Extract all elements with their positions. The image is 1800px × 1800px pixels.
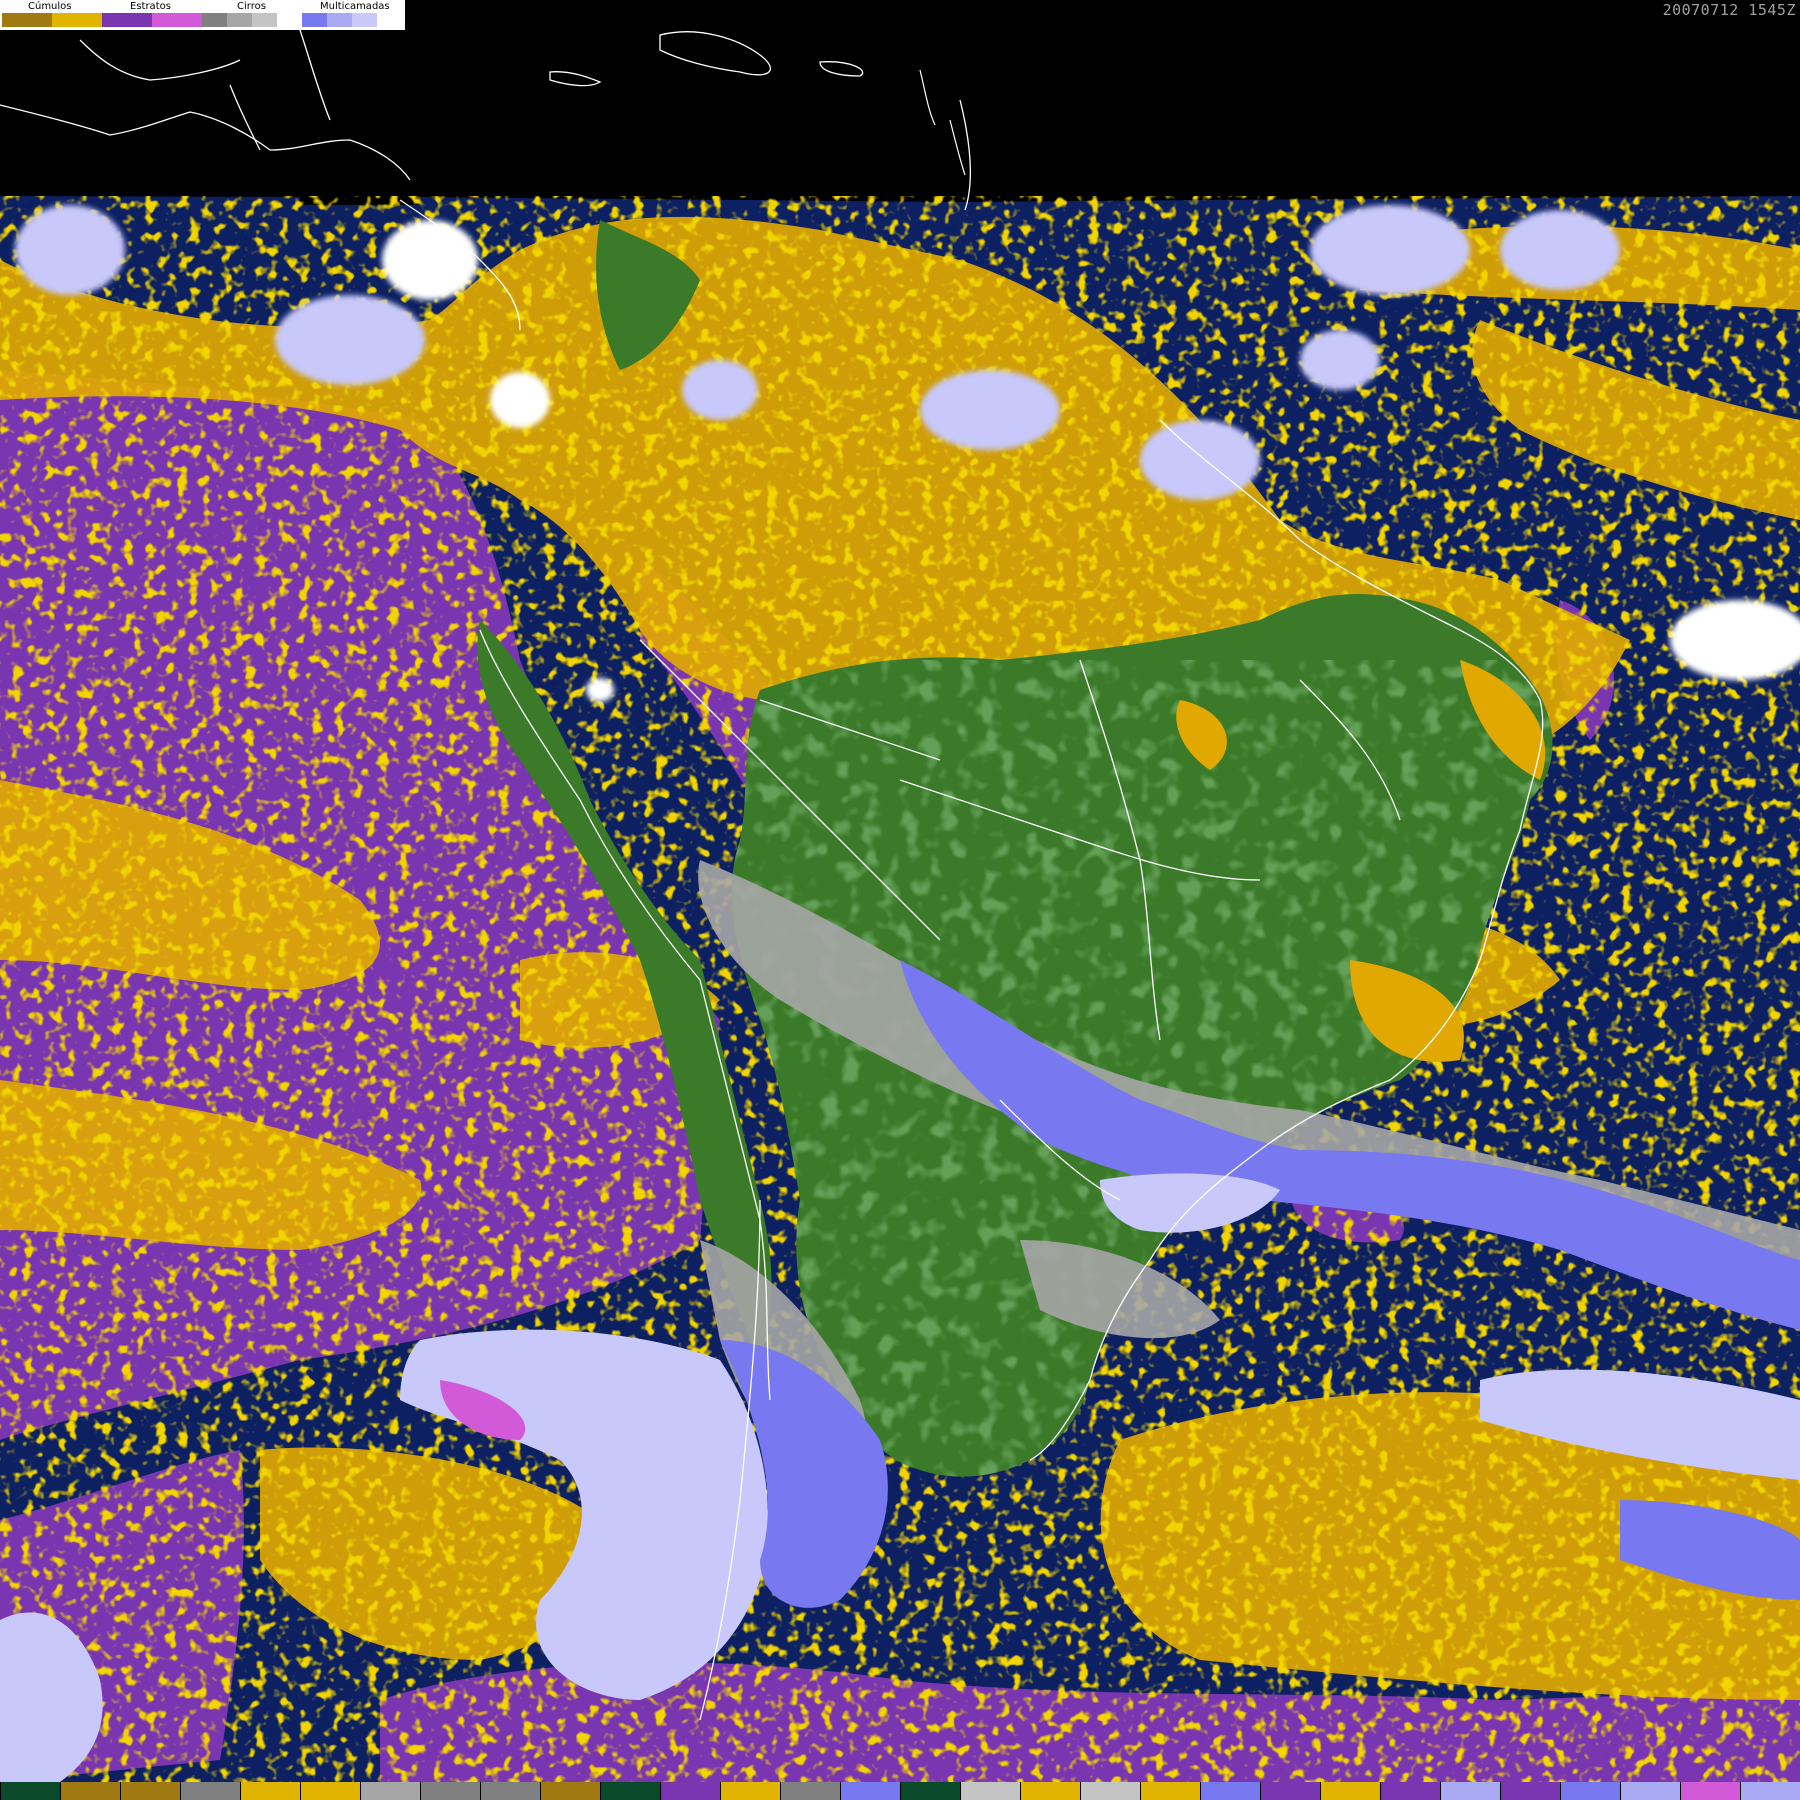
legend-label-multilayer: Multicamadas [320, 1, 390, 12]
color-bar-cell [180, 1782, 240, 1800]
color-bar-cell [780, 1782, 840, 1800]
color-bar-cell [1680, 1782, 1740, 1800]
cloud-type-legend: Cúmulos Estratos Cirros Multicamadas [0, 0, 405, 30]
color-bar-cell [1560, 1782, 1620, 1800]
legend-swatch [2, 13, 52, 27]
color-bar-cell [60, 1782, 120, 1800]
legend-label-cirrus: Cirros [237, 1, 266, 12]
color-bar-cell [120, 1782, 180, 1800]
satellite-cloud-map [0, 0, 1800, 1800]
color-bar-cell [1500, 1782, 1560, 1800]
color-bar-cell [600, 1782, 660, 1800]
color-bar-cell [540, 1782, 600, 1800]
color-bar-cell [1140, 1782, 1200, 1800]
color-bar-cell [660, 1782, 720, 1800]
color-bar-cell [240, 1782, 300, 1800]
color-bar-cell [420, 1782, 480, 1800]
color-bar-cell [1200, 1782, 1260, 1800]
color-bar-cell [1740, 1782, 1800, 1800]
color-bar-cell [300, 1782, 360, 1800]
color-bar-cell [480, 1782, 540, 1800]
legend-swatch [352, 13, 377, 27]
legend-swatch [52, 13, 102, 27]
color-bar-cell [1380, 1782, 1440, 1800]
color-bar-cell [1320, 1782, 1380, 1800]
legend-swatch [227, 13, 252, 27]
color-bar-cell [960, 1782, 1020, 1800]
color-bar-cell [1620, 1782, 1680, 1800]
legend-label-stratus: Estratos [130, 1, 171, 12]
color-bar-cell [0, 1782, 60, 1800]
color-bar-cell [1080, 1782, 1140, 1800]
color-bar-cell [720, 1782, 780, 1800]
legend-swatch [252, 13, 277, 27]
legend-swatch [102, 13, 152, 27]
legend-swatch [377, 13, 402, 27]
timestamp: 20070712 1545Z [1662, 1, 1796, 19]
legend-swatch [302, 13, 327, 27]
color-bar-cell [1440, 1782, 1500, 1800]
color-bar-cell [1020, 1782, 1080, 1800]
color-bar-cell [840, 1782, 900, 1800]
legend-swatch [327, 13, 352, 27]
legend-label-cumulus: Cúmulos [28, 1, 72, 12]
color-bar-cell [360, 1782, 420, 1800]
bottom-color-bar [0, 1782, 1800, 1800]
legend-swatch [152, 13, 202, 27]
color-bar-cell [1260, 1782, 1320, 1800]
color-bar-cell [900, 1782, 960, 1800]
legend-swatch [202, 13, 227, 27]
